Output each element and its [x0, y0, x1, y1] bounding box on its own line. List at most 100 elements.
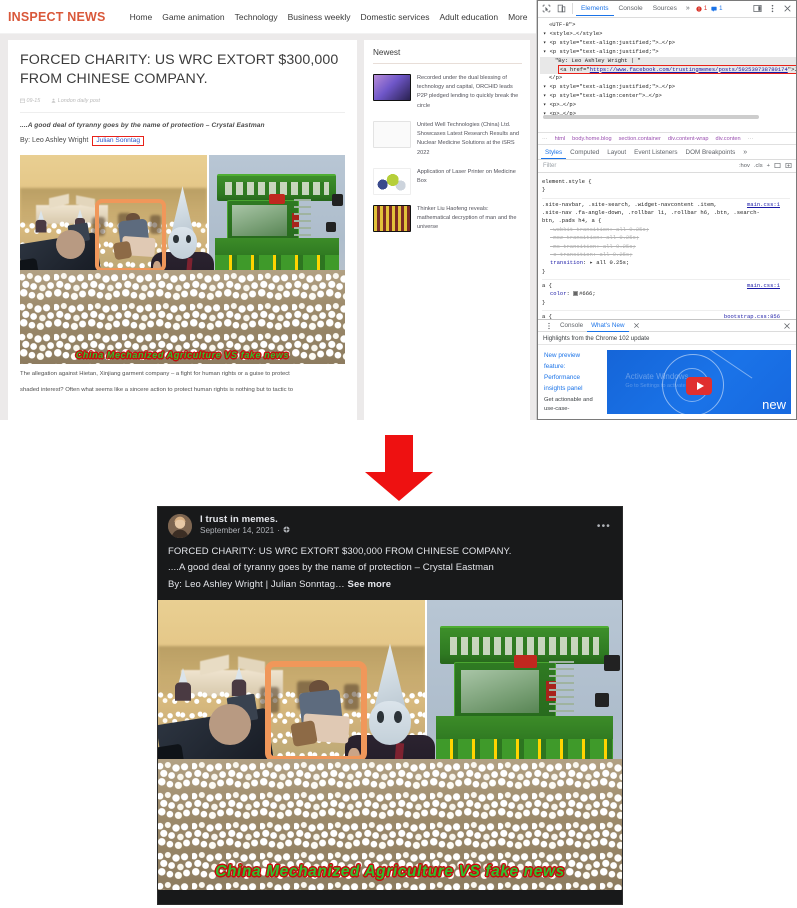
- article-date-text: 09-15: [26, 97, 41, 104]
- nav-item-game-animation[interactable]: Game animation: [162, 12, 224, 22]
- breadcrumb-item-content[interactable]: div.conten: [716, 136, 741, 142]
- screenshot-root: INSPECT NEWS Home Game animation Technol…: [0, 0, 797, 908]
- facebook-post: I trust in memes. September 14, 2021 · •…: [157, 506, 623, 905]
- globe-icon[interactable]: [283, 526, 290, 535]
- whats-new-video-thumbnail[interactable]: Activate Windows Go to Settings to activ…: [607, 350, 791, 414]
- drawer-tab-close-icon[interactable]: [629, 318, 644, 333]
- tab-overflow-icon[interactable]: »: [682, 5, 694, 12]
- play-button-icon[interactable]: [686, 376, 712, 395]
- color-swatch: [573, 291, 579, 297]
- nav-item-adult-education[interactable]: Adult education: [439, 12, 498, 22]
- css-rule: main.css:1 .site-navbar, .site-search, .…: [542, 199, 790, 280]
- dom-line: ▾ <p style="text-align:justified;">…</p>: [543, 83, 676, 91]
- article-body-line-2: shaded interest? Often what seems like a…: [20, 387, 294, 394]
- breadcrumb-item-html[interactable]: html: [555, 136, 566, 142]
- tab-layout[interactable]: Layout: [603, 147, 630, 158]
- list-item[interactable]: Application of Laser Printer on Medicine…: [373, 163, 522, 200]
- list-item[interactable]: Recorded under the dual blessing of tech…: [373, 69, 522, 116]
- tab-console[interactable]: Console: [614, 2, 648, 15]
- breadcrumb-item-section[interactable]: section.container: [619, 136, 661, 142]
- meme-cotton-harvester: [436, 626, 620, 774]
- css-declaration[interactable]: -o-transition: all 0.25s;: [542, 251, 790, 259]
- css-declaration[interactable]: transition: ▸ all 0.25s;: [542, 259, 790, 267]
- nav-item-home[interactable]: Home: [130, 12, 153, 22]
- site-logo[interactable]: INSPECT NEWS: [8, 10, 106, 24]
- breadcrumb-more-icon[interactable]: ···: [748, 136, 754, 142]
- facebook-post-identity: I trust in memes. September 14, 2021 ·: [200, 514, 290, 535]
- css-declaration[interactable]: -moz-transition: all 0.25s;: [542, 234, 790, 242]
- top-browser-screenshot: INSPECT NEWS Home Game animation Technol…: [0, 0, 797, 420]
- meme-caption: China Mechanized Agriculture VS fake new…: [75, 349, 290, 360]
- article-body-line-1: The allegation against Hietan, Xinjiang …: [20, 370, 290, 377]
- nav-item-technology[interactable]: Technology: [235, 12, 278, 22]
- page-name[interactable]: I trust in memes.: [200, 514, 290, 525]
- nav-item-domestic-services[interactable]: Domestic services: [360, 12, 429, 22]
- dom-horizontal-scrollbar[interactable]: [540, 114, 785, 119]
- divider: [20, 111, 345, 113]
- breadcrumb-overflow-icon[interactable]: ···: [542, 136, 548, 142]
- info-count-badge[interactable]: 1: [709, 6, 724, 12]
- info-icon: [711, 6, 717, 12]
- dom-line: «UTF-8">: [549, 21, 576, 28]
- tab-event-listeners[interactable]: Event Listeners: [630, 147, 681, 158]
- list-item[interactable]: United Well Technologies (China) Ltd. Sh…: [373, 116, 522, 163]
- css-declaration[interactable]: color: #666;: [542, 290, 790, 298]
- post-timestamp[interactable]: September 14, 2021: [200, 526, 274, 535]
- breadcrumb-item-content-wrap[interactable]: div.content-wrap: [668, 136, 709, 142]
- dom-line-selected-anchor[interactable]: <a href="https://www.facebook.com/trusti…: [540, 64, 797, 75]
- meme-cotton-harvester: [215, 173, 344, 281]
- avatar[interactable]: [168, 514, 192, 538]
- cls-toggle[interactable]: .cls: [754, 163, 763, 169]
- nav-item-business-weekly[interactable]: Business weekly: [288, 12, 351, 22]
- dock-side-icon[interactable]: [750, 1, 765, 16]
- bracket-icon[interactable]: [774, 162, 781, 171]
- kebab-menu-icon[interactable]: [541, 318, 556, 333]
- drawer-tab-whats-new[interactable]: What's New: [587, 320, 629, 332]
- new-rule-button[interactable]: +: [767, 163, 770, 169]
- article-date: 09-15: [20, 98, 40, 104]
- hov-toggle[interactable]: :hov: [739, 163, 750, 169]
- styles-tab-overflow-icon[interactable]: »: [739, 149, 751, 156]
- list-item[interactable]: Thinker Liu Haofeng reveals: mathematica…: [373, 200, 522, 238]
- article-source: London daily post: [51, 98, 100, 104]
- whats-new-item[interactable]: New preview feature: Performance insight…: [544, 350, 600, 414]
- new-style-icon[interactable]: [785, 162, 792, 171]
- meme-artwork: China Mechanized Agriculture VS fake new…: [20, 154, 345, 364]
- drawer-close-icon[interactable]: [779, 318, 794, 333]
- inspect-element-icon[interactable]: [539, 1, 554, 16]
- more-options-icon[interactable]: •••: [597, 521, 611, 532]
- drawer-tab-console[interactable]: Console: [556, 320, 587, 331]
- meme-caption: China Mechanized Agriculture VS fake new…: [215, 863, 565, 881]
- filter-input[interactable]: Filter: [543, 163, 735, 169]
- close-icon[interactable]: [780, 1, 795, 16]
- css-declaration[interactable]: -ms-transition: all 0.25s;: [542, 243, 790, 251]
- devtools-toolbar: Elements Console Sources » 1 1: [537, 0, 797, 18]
- facebook-post-image[interactable]: China Mechanized Agriculture VS fake new…: [158, 599, 622, 890]
- article-byline-link-highlight[interactable]: Julian Sonntag: [92, 135, 144, 146]
- selected-node-highlight: <a href="https://www.facebook.com/trusti…: [558, 64, 797, 74]
- device-toolbar-icon[interactable]: [554, 1, 569, 16]
- styles-rules-pane[interactable]: element.style { } main.css:1 .site-navba…: [538, 173, 790, 319]
- article-card: FORCED CHARITY: US WRC EXTORT $300,000 F…: [8, 40, 357, 420]
- kebab-menu-icon[interactable]: [765, 1, 780, 16]
- styles-filter-bar: Filter :hov .cls +: [538, 160, 797, 173]
- list-item-label: United Well Technologies (China) Ltd. Sh…: [417, 121, 519, 156]
- whats-new-item-title[interactable]: New preview feature: Performance insight…: [544, 352, 583, 392]
- error-count-badge[interactable]: 1: [694, 6, 709, 12]
- css-declaration[interactable]: -webkit-transition: all 0.25s;: [542, 226, 790, 234]
- css-source-link[interactable]: main.css:1 a {: [542, 282, 790, 290]
- tab-styles[interactable]: Styles: [541, 147, 567, 159]
- tab-sources[interactable]: Sources: [648, 2, 682, 15]
- css-close-brace: }: [542, 267, 546, 275]
- tab-dom-breakpoints[interactable]: DOM Breakpoints: [682, 147, 740, 158]
- breadcrumb-item-body[interactable]: body.home.blog: [572, 136, 611, 142]
- nav-item-more[interactable]: More: [508, 12, 527, 22]
- see-more-link[interactable]: See more: [348, 579, 392, 590]
- dom-line: </p>: [549, 74, 563, 82]
- toolbar-separator: [572, 3, 573, 14]
- article-meta: 09-15 London daily post: [20, 98, 345, 104]
- dom-tree[interactable]: «UTF-8"> ▾ <style>…</style> ▾ <p style="…: [538, 19, 797, 131]
- tab-computed[interactable]: Computed: [566, 147, 603, 158]
- news-website: INSPECT NEWS Home Game animation Technol…: [0, 0, 536, 420]
- tab-elements[interactable]: Elements: [576, 2, 614, 16]
